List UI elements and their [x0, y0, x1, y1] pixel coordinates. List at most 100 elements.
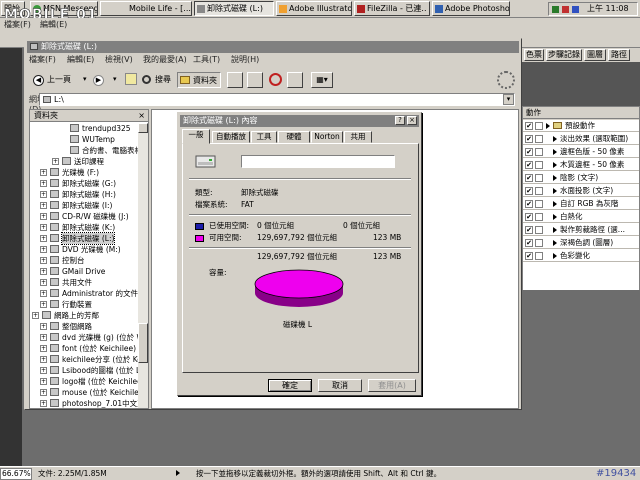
expand-triangle-icon[interactable] — [553, 214, 557, 220]
tab-history[interactable]: 步驟記錄 — [546, 49, 582, 61]
up-folder-icon[interactable] — [125, 73, 137, 85]
dialog-toggle-box[interactable] — [535, 239, 543, 247]
action-toggle-checkbox[interactable]: ✔ — [525, 252, 533, 260]
tree-item[interactable]: trendupd325 — [30, 123, 138, 134]
ps-menu-edit[interactable]: 編輯(E) — [40, 18, 67, 32]
expand-triangle-icon[interactable] — [546, 123, 550, 129]
menu-view[interactable]: 檢視(V) — [105, 54, 133, 66]
action-toggle-checkbox[interactable]: ✔ — [525, 161, 533, 169]
ps-menu-file[interactable]: 檔案(F) — [4, 18, 31, 32]
dialog-toggle-box[interactable] — [535, 174, 543, 182]
tab-sharing[interactable]: 共用 — [344, 131, 372, 143]
explorer-titlebar[interactable]: 卸除式磁碟 (L:) — [27, 41, 519, 53]
tree-item[interactable]: + Lsibood的圖檔 (位於 L: — [30, 365, 138, 376]
expand-icon[interactable]: + — [40, 389, 47, 396]
tab-autoplay[interactable]: 自動播放 — [212, 131, 250, 143]
action-toggle-checkbox[interactable]: ✔ — [525, 213, 533, 221]
menu-help[interactable]: 說明(H) — [231, 54, 259, 66]
tree-item[interactable]: 合約書、電腦表格 — [30, 145, 138, 156]
expand-icon[interactable]: + — [40, 180, 47, 187]
action-item[interactable]: ✔ 色彩變化 — [523, 250, 639, 262]
expand-triangle-icon[interactable] — [553, 201, 557, 207]
expand-icon[interactable]: + — [40, 213, 47, 220]
action-item[interactable]: ✔ 深褐色調 (圖層) — [523, 237, 639, 249]
expand-triangle-icon[interactable] — [553, 149, 557, 155]
tree-item[interactable]: + 光碟機 (F:) — [30, 167, 138, 178]
dialog-toggle-box[interactable] — [535, 122, 543, 130]
tab-layers[interactable]: 圖層 — [584, 49, 606, 61]
actions-title[interactable]: 動作 — [526, 107, 541, 119]
close-pane-icon[interactable]: × — [138, 110, 145, 122]
action-item[interactable]: ✔ 自訂 RGB 為灰階 — [523, 198, 639, 210]
tab-hardware[interactable]: 硬體 — [278, 131, 310, 143]
tree-item[interactable]: + 卸除式磁碟 (I:) — [30, 200, 138, 211]
tab-paths[interactable]: 路徑 — [608, 49, 630, 61]
action-item[interactable]: ✔ 預設動作 — [523, 120, 639, 132]
expand-icon[interactable]: + — [40, 235, 47, 242]
action-item[interactable]: ✔ 製作剪裁路徑 (選... — [523, 224, 639, 236]
expand-triangle-icon[interactable] — [553, 227, 557, 233]
action-item[interactable]: ✔ 水面投影 (文字) — [523, 185, 639, 197]
expand-triangle-icon[interactable] — [553, 188, 557, 194]
expand-triangle-icon[interactable] — [553, 253, 557, 259]
tree-item[interactable]: + Administrator 的文件 — [30, 288, 138, 299]
tab-norton[interactable]: Norton — [311, 131, 343, 143]
action-toggle-checkbox[interactable]: ✔ — [525, 148, 533, 156]
task-removable-disk[interactable]: 卸除式磁碟 (L:) — [194, 1, 274, 16]
action-toggle-checkbox[interactable]: ✔ — [525, 135, 533, 143]
action-toggle-checkbox[interactable]: ✔ — [525, 122, 533, 130]
tree-item[interactable]: + DVD 光碟機 (M:) — [30, 244, 138, 255]
expand-icon[interactable]: + — [40, 378, 47, 385]
tree-item[interactable]: + logo檔 (位於 Keichilee) — [30, 376, 138, 387]
zoom-level[interactable]: 66.67% — [0, 468, 32, 480]
tree-item[interactable]: + 共用文件 — [30, 277, 138, 288]
action-toggle-checkbox[interactable]: ✔ — [525, 200, 533, 208]
dialog-toggle-box[interactable] — [535, 200, 543, 208]
dialog-toggle-box[interactable] — [535, 187, 543, 195]
expand-icon[interactable]: + — [40, 191, 47, 198]
tab-tools[interactable]: 工具 — [251, 131, 277, 143]
expand-icon[interactable]: + — [40, 224, 47, 231]
menu-favorites[interactable]: 我的最愛(A) — [143, 54, 187, 66]
expand-icon[interactable]: + — [40, 257, 47, 264]
expand-triangle-icon[interactable] — [553, 240, 557, 246]
status-menu-icon[interactable] — [176, 470, 180, 476]
action-item[interactable]: ✔ 木質邊框 - 50 像素 — [523, 159, 639, 171]
tree-item[interactable]: WUTemp — [30, 134, 138, 145]
action-toggle-checkbox[interactable]: ✔ — [525, 239, 533, 247]
folders-button[interactable]: 資料夾 — [177, 72, 221, 88]
dialog-toggle-box[interactable] — [535, 252, 543, 260]
tree-item[interactable]: + 卸除式磁碟 (K:) — [30, 222, 138, 233]
copy-to-icon[interactable] — [247, 72, 263, 88]
tree-item[interactable]: + font (位於 Keichilee) — [30, 343, 138, 354]
action-item[interactable]: ✔ 淡出效果 (選取範圍) — [523, 133, 639, 145]
scroll-thumb[interactable] — [138, 323, 148, 363]
expand-icon[interactable]: + — [40, 290, 47, 297]
tree-item[interactable]: + 卸除式磁碟 (L:) — [30, 232, 138, 245]
volume-label-input[interactable] — [241, 155, 395, 168]
ok-button[interactable]: 確定 — [268, 379, 312, 392]
dialog-toggle-box[interactable] — [535, 213, 543, 221]
close-button[interactable]: × — [407, 116, 417, 125]
tree-item[interactable]: + 送印課程 — [30, 156, 138, 167]
expand-icon[interactable]: + — [40, 301, 47, 308]
tab-swatches[interactable]: 色票 — [524, 49, 544, 61]
expand-icon[interactable]: + — [40, 268, 47, 275]
action-item[interactable]: ✔ 白熱化 — [523, 211, 639, 223]
delete-icon[interactable] — [269, 73, 282, 86]
forward-dropdown-icon[interactable]: ▾ — [113, 75, 117, 83]
apply-button[interactable]: 套用(A) — [368, 379, 416, 392]
address-input[interactable]: L:\ ▾ — [39, 93, 515, 106]
tree-item[interactable]: + 卸除式磁碟 (H:) — [30, 189, 138, 200]
cancel-button[interactable]: 取消 — [318, 379, 362, 392]
scroll-up-button[interactable] — [138, 123, 148, 133]
task-photoshop[interactable]: Adobe Photoshop — [432, 1, 510, 16]
expand-icon[interactable]: + — [40, 202, 47, 209]
move-to-icon[interactable] — [227, 72, 243, 88]
menu-edit[interactable]: 編輯(E) — [67, 54, 94, 66]
expand-triangle-icon[interactable] — [553, 162, 557, 168]
expand-triangle-icon[interactable] — [553, 175, 557, 181]
expand-icon[interactable]: + — [40, 323, 47, 330]
tree-item[interactable]: + dvd 光碟機 (g) (位於 W — [30, 332, 138, 343]
expand-triangle-icon[interactable] — [553, 136, 557, 142]
